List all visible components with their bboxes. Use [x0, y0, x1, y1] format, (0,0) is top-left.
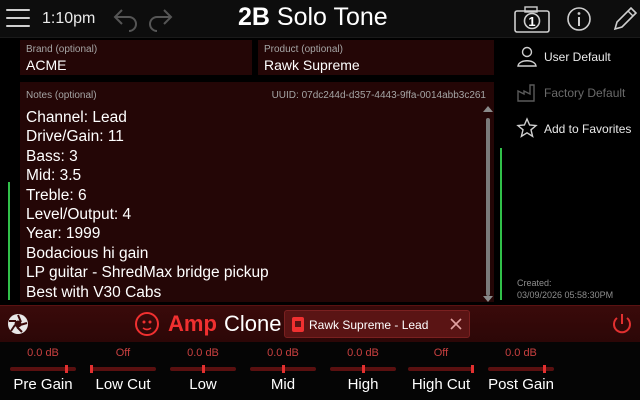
param-value: Off [433, 347, 449, 359]
clone-word: Clone [224, 311, 282, 336]
product-field[interactable]: Product (optional) Rawk Supreme [258, 40, 494, 75]
param-name: Low [189, 376, 217, 393]
param-name: Post Gain [488, 376, 554, 393]
param-post-gain[interactable]: 0.0 dB Post Gain [484, 342, 558, 400]
page-title: 2B Solo Tone [238, 3, 388, 32]
param-thumb[interactable] [543, 365, 547, 373]
notes-scrollbar[interactable] [486, 118, 490, 296]
preset-name: Rawk Supreme - Lead [309, 318, 429, 332]
created-timestamp: 03/09/2026 05:58:30PM [517, 290, 614, 300]
camera-badge: 1 [528, 14, 535, 29]
param-value: 0.0 dB [505, 347, 537, 359]
param-name: High Cut [411, 376, 471, 393]
param-name: Low Cut [95, 376, 151, 393]
param-thumb[interactable] [361, 365, 365, 373]
menu-icon[interactable] [6, 9, 30, 29]
scroll-down-arrow[interactable] [483, 296, 493, 302]
param-slider[interactable] [330, 365, 396, 373]
param-thumb[interactable] [201, 365, 205, 373]
factory-icon [517, 84, 535, 102]
star-icon [516, 117, 538, 138]
title-bold: 2B [238, 3, 270, 31]
param-value: Off [115, 347, 131, 359]
top-bar: 1:10pm 2B Solo Tone 1 [0, 0, 640, 38]
param-mid[interactable]: 0.0 dB Mid [246, 342, 320, 400]
param-slider[interactable] [170, 365, 236, 373]
pencil-icon[interactable] [608, 4, 640, 34]
param-slider[interactable] [488, 365, 554, 373]
param-high-cut[interactable]: Off High Cut [404, 342, 478, 400]
param-low[interactable]: 0.0 dB Low [166, 342, 240, 400]
param-name: High [347, 376, 379, 393]
param-thumb[interactable] [90, 365, 93, 373]
param-thumb[interactable] [281, 365, 285, 373]
camera-icon[interactable]: 1 [513, 4, 551, 34]
aperture-icon[interactable] [6, 312, 30, 336]
param-high[interactable]: 0.0 dB High [326, 342, 400, 400]
clock: 1:10pm [42, 10, 96, 27]
info-icon[interactable] [564, 4, 596, 34]
brand-label: Brand (optional) [26, 44, 98, 55]
user-icon [517, 46, 537, 67]
param-value: 0.0 dB [347, 347, 379, 359]
add-to-favorites-button[interactable]: Add to Favorites [516, 117, 636, 143]
param-thumb[interactable] [65, 365, 69, 373]
user-default-button[interactable]: User Default [516, 45, 636, 71]
scroll-up-arrow[interactable] [483, 106, 493, 112]
param-slider[interactable] [90, 365, 156, 373]
param-low-cut[interactable]: Off Low Cut [86, 342, 160, 400]
param-thumb[interactable] [471, 365, 474, 373]
param-slider[interactable] [250, 365, 316, 373]
title-rest: Solo Tone [269, 3, 388, 31]
param-value: 0.0 dB [27, 347, 59, 359]
param-name: Mid [270, 376, 296, 393]
preset-selector[interactable]: Rawk Supreme - Lead [284, 310, 470, 338]
param-value: 0.0 dB [187, 347, 219, 359]
amp-bar: Amp Clone Rawk Supreme - Lead [0, 305, 640, 342]
factory-default-button: Factory Default [516, 81, 636, 107]
amp-word: Amp [168, 311, 217, 336]
notes-text[interactable]: Channel: Lead Drive/Gain: 11 Bass: 3 Mid… [26, 108, 476, 302]
document-icon [292, 317, 304, 332]
param-slider[interactable] [10, 365, 76, 373]
power-icon[interactable] [610, 312, 634, 336]
notes-label: Notes (optional) [26, 90, 97, 101]
brand-value: ACME [26, 57, 67, 73]
factory-default-label: Factory Default [544, 86, 626, 100]
add-to-favorites-label: Add to Favorites [544, 122, 632, 136]
product-label: Product (optional) [264, 44, 343, 55]
redo-icon[interactable] [146, 6, 174, 32]
close-icon[interactable] [449, 317, 463, 331]
product-value: Rawk Supreme [264, 57, 360, 73]
param-pre-gain[interactable]: 0.0 dB Pre Gain [6, 342, 80, 400]
parameter-strip: 0.0 dB Pre Gain Off Low Cut 0.0 dB Low 0… [0, 342, 640, 400]
input-level-meter [8, 182, 10, 300]
notes-field[interactable]: Notes (optional) UUID: 07dc244d-d357-444… [20, 82, 494, 302]
param-name: Pre Gain [13, 376, 73, 393]
created-label: Created: [517, 278, 552, 288]
brand-field[interactable]: Brand (optional) ACME [20, 40, 252, 75]
uuid-text: UUID: 07dc244d-d357-4443-9ffa-0014abb3c2… [271, 90, 486, 101]
param-slider[interactable] [408, 365, 474, 373]
undo-icon[interactable] [112, 6, 140, 32]
param-value: 0.0 dB [267, 347, 299, 359]
output-level-meter [500, 148, 502, 300]
lion-icon [135, 312, 159, 336]
user-default-label: User Default [544, 50, 611, 64]
